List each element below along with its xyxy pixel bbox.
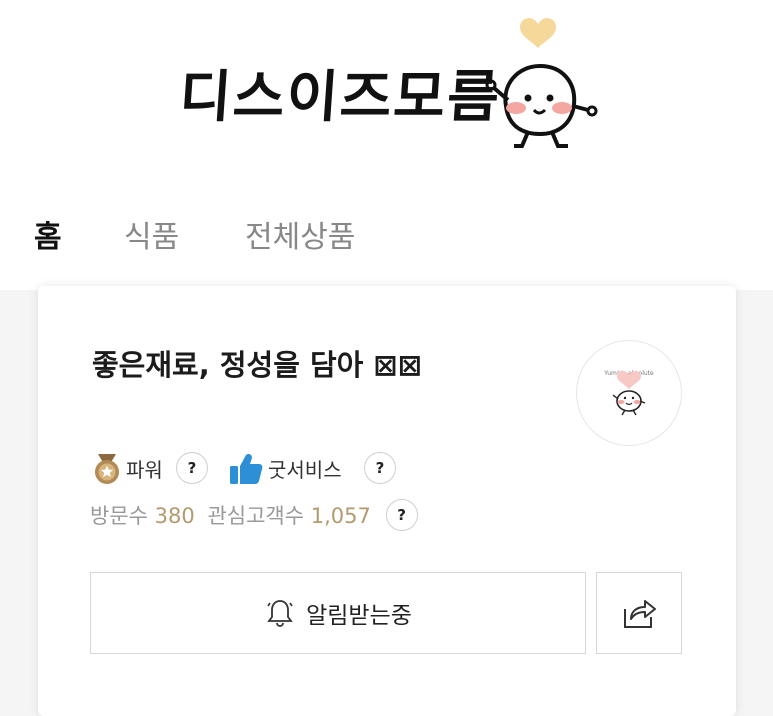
visits-value: 380 bbox=[154, 504, 195, 528]
visits-label: 방문수 bbox=[90, 504, 148, 528]
tab-food[interactable]: 식품 bbox=[124, 212, 179, 256]
power-help-button[interactable]: ? bbox=[176, 452, 208, 484]
followers-value: 1,057 bbox=[310, 504, 371, 528]
goodservice-help-button[interactable]: ? bbox=[364, 452, 396, 484]
goodservice-badge-label: 굿서비스 bbox=[268, 458, 342, 482]
tab-all-products[interactable]: 전체상품 bbox=[245, 212, 355, 256]
profile-mascot-icon: Yum! is absolute bbox=[603, 370, 654, 416]
notification-button[interactable]: 알림받는중 bbox=[90, 572, 586, 654]
stats-help-button[interactable]: ? bbox=[385, 499, 418, 531]
share-button[interactable] bbox=[596, 572, 682, 654]
store-logo[interactable]: 디스이즈모름 bbox=[170, 14, 600, 154]
store-stats: 방문수 380 관심고객수 1,057 ? bbox=[90, 499, 418, 534]
store-profile-card: 좋은재료, 정성을 담아 ⊠⊠ Yum! is absolute 파워 ? 굿서… bbox=[38, 286, 736, 716]
store-header: 디스이즈모름 홈 식품 전체상품 bbox=[0, 0, 773, 290]
mascot-icon bbox=[485, 18, 598, 148]
goodservice-badge: 굿서비스 ? bbox=[228, 452, 408, 486]
share-icon bbox=[624, 600, 656, 628]
bell-icon bbox=[267, 600, 293, 627]
thumbs-up-icon bbox=[230, 454, 263, 484]
power-badge-label: 파워 bbox=[126, 458, 163, 482]
category-tabs: 홈 식품 전체상품 bbox=[0, 212, 773, 262]
tab-home[interactable]: 홈 bbox=[34, 212, 62, 256]
store-profile-image[interactable]: Yum! is absolute bbox=[576, 340, 682, 446]
medal-icon bbox=[95, 454, 119, 484]
followers-label: 관심고객수 bbox=[207, 504, 305, 528]
logo-text: 디스이즈모름 bbox=[177, 65, 504, 130]
notification-button-label: 알림받는중 bbox=[306, 603, 412, 629]
store-title: 좋은재료, 정성을 담아 ⊠⊠ bbox=[92, 348, 423, 382]
power-badge: 파워 ? bbox=[90, 452, 210, 486]
